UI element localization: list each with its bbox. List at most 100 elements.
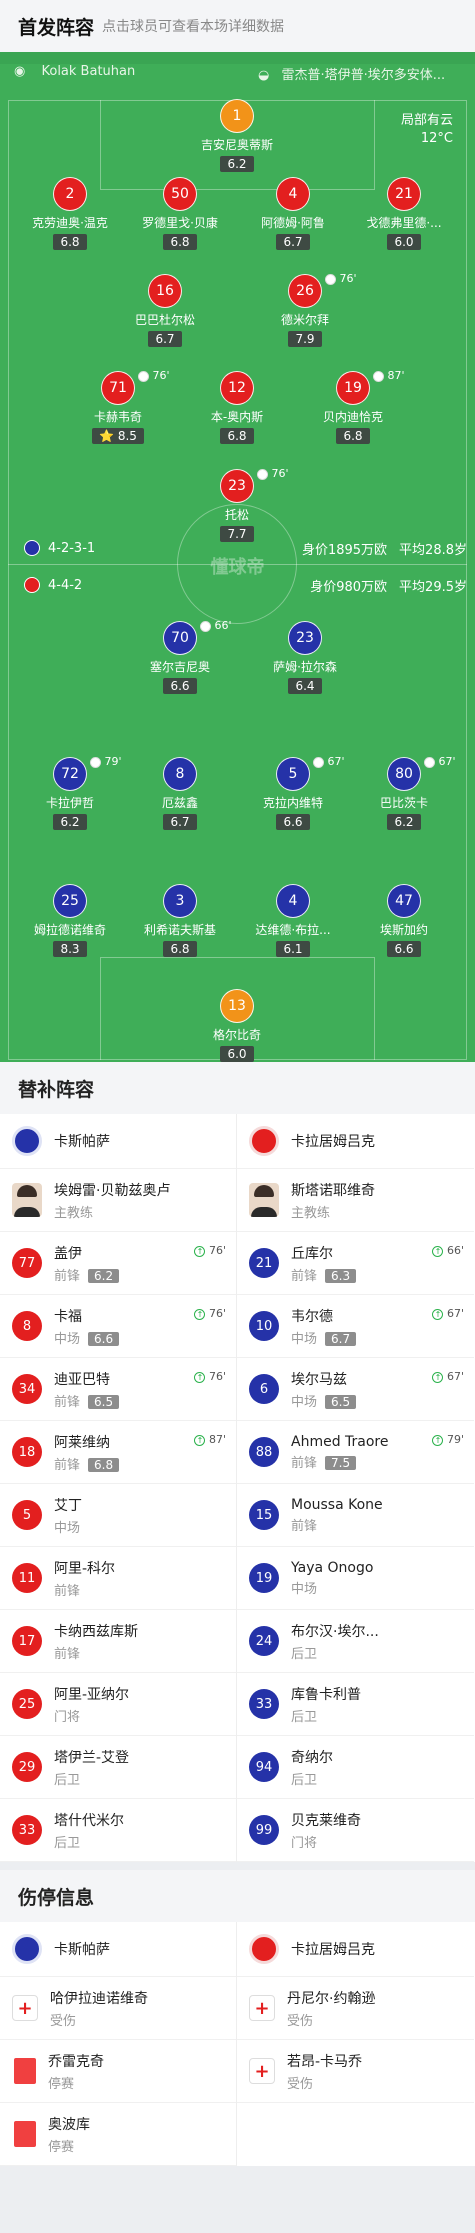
player-marker[interactable]: 4 阿德姆·阿鲁 6.7 bbox=[233, 177, 353, 250]
rating-value: 6.0 bbox=[394, 235, 414, 249]
substitutes-section: 替补阵容 卡斯帕萨 埃姆雷·贝勒兹奥卢 主教练 77 盖伊 前锋 6.2 ↑ 76' 8 卡福… bbox=[0, 1062, 475, 1862]
player-marker[interactable]: 21 戈德弗里德·... 6.0 bbox=[344, 177, 464, 250]
sub-in-icon: ↑ bbox=[432, 1245, 444, 1257]
sub-player-row[interactable]: 10 韦尔德 中场 6.7 ↑ 67' bbox=[237, 1295, 474, 1358]
sub-player-row[interactable]: 11 阿里-科尔 前锋 bbox=[0, 1547, 236, 1610]
sub-player-row[interactable]: 33 库鲁卡利普 后卫 bbox=[237, 1673, 474, 1736]
sub-position: 前锋 bbox=[291, 1268, 318, 1284]
home-team-header[interactable]: 卡斯帕萨 bbox=[0, 1922, 236, 1977]
sub-position: 后卫 bbox=[54, 1772, 81, 1788]
rating-value: 6.8 bbox=[227, 429, 247, 443]
sub-minute: 76' bbox=[339, 272, 357, 285]
player-marker[interactable]: 26 德米尔拜 7.9 76' bbox=[245, 272, 365, 347]
sub-name: Ahmed Traore bbox=[291, 1433, 389, 1450]
injury-status: 停赛 bbox=[48, 2076, 75, 2092]
player-name: 格尔比奇 bbox=[212, 1028, 261, 1042]
player-name: 利希诺夫斯基 bbox=[143, 923, 216, 937]
home-value: 身价1895万欧 bbox=[301, 542, 388, 558]
away-team-name: 卡拉居姆吕克 bbox=[291, 1134, 375, 1150]
away-team-header[interactable]: 卡拉居姆吕克 bbox=[237, 1922, 474, 1977]
player-number: 47 bbox=[387, 884, 421, 918]
sub-player-row[interactable]: 34 迪亚巴特 前锋 6.5 ↑ 76' bbox=[0, 1358, 236, 1421]
sub-minute: 76' bbox=[208, 1244, 226, 1257]
injury-row[interactable]: + 哈伊拉迪诺维奇 受伤 bbox=[0, 1977, 236, 2040]
home-team-header[interactable]: 卡斯帕萨 bbox=[0, 1114, 236, 1169]
sub-player-row[interactable]: 29 塔伊兰-艾登 后卫 bbox=[0, 1736, 236, 1799]
sub-player-row[interactable]: 18 阿莱维纳 前锋 6.8 ↑ 87' bbox=[0, 1421, 236, 1484]
sub-minute: 67' bbox=[446, 1307, 464, 1320]
injury-row[interactable]: 奥波库 停赛 bbox=[0, 2103, 236, 2166]
player-marker[interactable]: 47 埃斯加约 6.6 bbox=[344, 884, 464, 957]
player-marker[interactable]: 13 格尔比奇 6.0 bbox=[177, 989, 297, 1062]
sub-player-row[interactable]: 15 Moussa Kone 前锋 bbox=[237, 1484, 474, 1547]
player-marker[interactable]: 50 罗德里戈·贝康 6.8 bbox=[120, 177, 240, 250]
sub-number: 10 bbox=[249, 1311, 279, 1341]
home-logo-icon bbox=[24, 540, 40, 556]
injured-name: 哈伊拉迪诺维奇 bbox=[50, 1990, 148, 2007]
sub-event: 79' bbox=[90, 755, 122, 768]
player-marker[interactable]: 3 利希诺夫斯基 6.8 bbox=[120, 884, 240, 957]
injury-row[interactable]: + 丹尼尔·约翰逊 受伤 bbox=[237, 1977, 474, 2040]
player-marker[interactable]: 72 卡拉伊哲 6.2 79' bbox=[10, 755, 130, 830]
sub-player-row[interactable]: 24 布尔汉·埃尔... 后卫 bbox=[237, 1610, 474, 1673]
player-rating: 6.8 bbox=[163, 234, 197, 250]
sub-rating: 6.7 bbox=[325, 1331, 357, 1346]
sub-number: 8 bbox=[12, 1311, 42, 1341]
red-card-icon bbox=[14, 2058, 36, 2084]
player-marker[interactable]: 4 达维德·布拉... 6.1 bbox=[233, 884, 353, 957]
sub-player-row[interactable]: 8 卡福 中场 6.6 ↑ 76' bbox=[0, 1295, 236, 1358]
player-marker[interactable]: 23 萨姆·拉尔森 6.4 bbox=[245, 621, 365, 694]
home-formation: 4-2-3-1 bbox=[48, 540, 96, 556]
injuries-title: 伤停信息 bbox=[0, 1870, 475, 1922]
player-marker[interactable]: 16 巴巴杜尔松 6.7 bbox=[105, 274, 225, 347]
home-coach[interactable]: 埃姆雷·贝勒兹奥卢 主教练 bbox=[0, 1169, 236, 1232]
home-logo-icon bbox=[12, 1934, 42, 1964]
player-marker[interactable]: 25 姆拉德诺维奇 8.3 bbox=[10, 884, 130, 957]
sub-event: 67' bbox=[313, 755, 345, 768]
player-number: 23 bbox=[220, 469, 254, 503]
star-icon: ⭐ bbox=[99, 429, 115, 443]
injury-row[interactable]: + 若昂-卡马乔 受伤 bbox=[237, 2040, 474, 2103]
weather: 局部有云 12°C bbox=[401, 112, 453, 148]
sub-player-row[interactable]: 21 丘库尔 前锋 6.3 ↑ 66' bbox=[237, 1232, 474, 1295]
player-number: 72 bbox=[53, 757, 87, 791]
sub-player-row[interactable]: 19 Yaya Onogo 中场 bbox=[237, 1547, 474, 1610]
player-marker[interactable]: 2 克劳迪奥·温克 6.8 bbox=[10, 177, 130, 250]
player-rating: 6.8 bbox=[163, 941, 197, 957]
sub-event: 76' bbox=[325, 272, 357, 285]
sub-player-row[interactable]: 17 卡纳西兹库斯 前锋 bbox=[0, 1610, 236, 1673]
sub-player-row[interactable]: 6 埃尔马兹 中场 6.5 ↑ 67' bbox=[237, 1358, 474, 1421]
away-age: 平均29.5岁 bbox=[399, 579, 467, 595]
player-marker[interactable]: 70 塞尔吉尼奥 6.6 66' bbox=[120, 619, 240, 694]
injury-row[interactable]: 乔雷克奇 停赛 bbox=[0, 2040, 236, 2103]
player-marker[interactable]: 19 贝内迪恰克 6.8 87' bbox=[293, 369, 413, 444]
sub-player-row[interactable]: 25 阿里-亚纳尔 门将 bbox=[0, 1673, 236, 1736]
sub-player-row[interactable]: 94 奇纳尔 后卫 bbox=[237, 1736, 474, 1799]
sub-player-row[interactable]: 99 贝克莱维奇 门将 bbox=[237, 1799, 474, 1862]
sub-rating: 7.5 bbox=[325, 1455, 357, 1470]
player-marker[interactable]: 71 卡赫韦奇 ⭐ 8.5 76' bbox=[58, 369, 178, 444]
sub-player-row[interactable]: 33 塔什代米尔 后卫 bbox=[0, 1799, 236, 1862]
player-marker[interactable]: 12 本-奥内斯 6.8 bbox=[177, 371, 297, 444]
player-marker[interactable]: 80 巴比茨卡 6.2 67' bbox=[344, 755, 464, 830]
away-logo-icon bbox=[249, 1934, 279, 1964]
player-marker[interactable]: 5 克拉内维特 6.6 67' bbox=[233, 755, 353, 830]
sub-position: 前锋 bbox=[54, 1646, 81, 1662]
sub-minute: 67' bbox=[438, 755, 456, 768]
sub-player-row[interactable]: 88 Ahmed Traore 前锋 7.5 ↑ 79' bbox=[237, 1421, 474, 1484]
player-marker[interactable]: 8 厄兹鑫 6.7 bbox=[120, 757, 240, 830]
sub-number: 21 bbox=[249, 1248, 279, 1278]
sub-event: 76' bbox=[138, 369, 170, 382]
player-number: 26 bbox=[288, 274, 322, 308]
away-coach[interactable]: 斯塔诺耶维奇 主教练 bbox=[237, 1169, 474, 1232]
player-marker[interactable]: 1 吉安尼奥蒂斯 6.2 bbox=[177, 99, 297, 172]
away-team-header[interactable]: 卡拉居姆吕克 bbox=[237, 1114, 474, 1169]
sub-minute: 76' bbox=[208, 1307, 226, 1320]
sub-number: 24 bbox=[249, 1626, 279, 1656]
player-rating: 6.6 bbox=[387, 941, 421, 957]
player-marker[interactable]: 23 托松 7.7 76' bbox=[177, 467, 297, 542]
rating-value: 8.5 bbox=[117, 429, 137, 443]
substitutes-title: 替补阵容 bbox=[0, 1062, 475, 1114]
sub-player-row[interactable]: 5 艾丁 中场 bbox=[0, 1484, 236, 1547]
sub-player-row[interactable]: 77 盖伊 前锋 6.2 ↑ 76' bbox=[0, 1232, 236, 1295]
